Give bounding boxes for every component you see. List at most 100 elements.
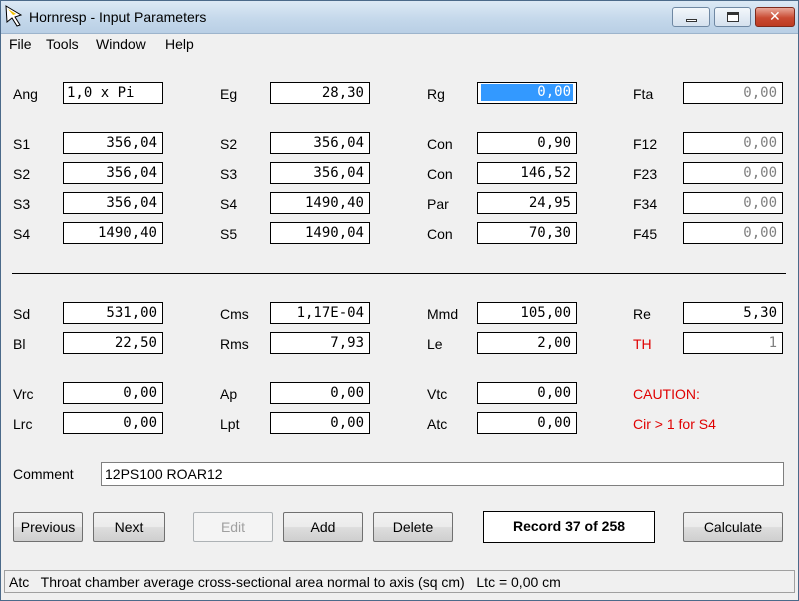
param-label-par: Par: [427, 196, 449, 212]
param-label-ang: Ang: [13, 86, 38, 102]
delete-button[interactable]: Delete: [373, 512, 453, 542]
param-input-fta[interactable]: 0,00: [683, 82, 783, 104]
param-label-s5: S5: [220, 226, 238, 242]
caution-message: Cir > 1 for S4: [633, 416, 716, 432]
selected-value: 0,00: [481, 84, 573, 101]
param-input-s5[interactable]: 1490,04: [270, 222, 370, 244]
param-input-con[interactable]: 70,30: [477, 222, 577, 244]
menu-bar: File Tools Window Help: [1, 34, 798, 54]
window-title: Hornresp - Input Parameters: [29, 9, 207, 25]
hornresp-window: Hornresp - Input Parameters ✕ File Tools…: [0, 0, 799, 601]
param-label-th: TH: [633, 336, 652, 352]
param-label-le: Le: [427, 336, 443, 352]
minimize-button[interactable]: [672, 7, 710, 27]
param-input-s2[interactable]: 356,04: [270, 132, 370, 154]
param-input-vtc[interactable]: 0,00: [477, 382, 577, 404]
input-parameters-form: Ang 1,0 x Pi Eg 28,30 Rg 0,00 Fta 0,00 S…: [1, 56, 798, 569]
menu-file[interactable]: File: [9, 36, 32, 52]
record-indicator: Record 37 of 258: [483, 511, 655, 543]
param-input-f23[interactable]: 0,00: [683, 162, 783, 184]
param-input-atc[interactable]: 0,00: [477, 412, 577, 434]
param-label-s4: S4: [220, 196, 238, 212]
param-label-s4: S4: [13, 226, 31, 242]
param-label-s1: S1: [13, 136, 31, 152]
previous-button[interactable]: Previous: [13, 512, 83, 542]
param-input-eg[interactable]: 28,30: [270, 82, 370, 104]
param-label-rg: Rg: [427, 86, 445, 102]
param-label-lpt: Lpt: [220, 416, 240, 432]
param-input-s3[interactable]: 356,04: [270, 162, 370, 184]
menu-help[interactable]: Help: [165, 36, 194, 52]
comment-input[interactable]: 12PS100 ROAR12: [101, 462, 784, 486]
param-input-re[interactable]: 5,30: [683, 302, 783, 324]
section-divider: [12, 273, 786, 274]
param-label-s3: S3: [220, 166, 238, 182]
param-input-f34[interactable]: 0,00: [683, 192, 783, 214]
param-label-con: Con: [427, 136, 453, 152]
param-input-rms[interactable]: 7,93: [270, 332, 370, 354]
param-label-eg: Eg: [220, 86, 238, 102]
param-label-re: Re: [633, 306, 651, 322]
param-label-con: Con: [427, 226, 453, 242]
param-input-mmd[interactable]: 105,00: [477, 302, 577, 324]
param-label-atc: Atc: [427, 416, 448, 432]
param-label-fta: Fta: [633, 86, 654, 102]
param-input-s4[interactable]: 1490,40: [63, 222, 163, 244]
param-input-ap[interactable]: 0,00: [270, 382, 370, 404]
param-input-par[interactable]: 24,95: [477, 192, 577, 214]
param-label-con: Con: [427, 166, 453, 182]
param-label-lrc: Lrc: [13, 416, 33, 432]
param-input-cms[interactable]: 1,17E-04: [270, 302, 370, 324]
maximize-icon: [727, 12, 739, 22]
param-label-rms: Rms: [220, 336, 249, 352]
param-label-mmd: Mmd: [427, 306, 459, 322]
param-label-s2: S2: [220, 136, 238, 152]
param-input-lrc[interactable]: 0,00: [63, 412, 163, 434]
param-label-f12: F12: [633, 136, 658, 152]
next-button[interactable]: Next: [93, 512, 165, 542]
param-label-cms: Cms: [220, 306, 249, 322]
close-button[interactable]: ✕: [755, 7, 795, 27]
title-bar[interactable]: Hornresp - Input Parameters ✕: [1, 1, 798, 34]
param-input-con[interactable]: 146,52: [477, 162, 577, 184]
param-input-s1[interactable]: 356,04: [63, 132, 163, 154]
status-description: Throat chamber average cross-sectional a…: [40, 574, 465, 590]
param-label-f45: F45: [633, 226, 658, 242]
status-bar: Atc Throat chamber average cross-section…: [4, 570, 795, 593]
param-input-rg[interactable]: 0,00: [477, 82, 577, 104]
param-input-th[interactable]: 1: [683, 332, 783, 354]
param-label-bl: Bl: [13, 336, 26, 352]
param-label-ap: Ap: [220, 386, 238, 402]
param-input-bl[interactable]: 22,50: [63, 332, 163, 354]
hornresp-icon[interactable]: [4, 5, 24, 27]
comment-label: Comment: [13, 466, 74, 482]
param-input-sd[interactable]: 531,00: [63, 302, 163, 324]
param-label-vtc: Vtc: [427, 386, 448, 402]
param-input-f12[interactable]: 0,00: [683, 132, 783, 154]
add-button[interactable]: Add: [283, 512, 363, 542]
param-label-s2: S2: [13, 166, 31, 182]
close-icon: ✕: [769, 9, 781, 25]
minimize-icon: [686, 19, 697, 22]
param-input-le[interactable]: 2,00: [477, 332, 577, 354]
param-input-lpt[interactable]: 0,00: [270, 412, 370, 434]
param-label-s3: S3: [13, 196, 31, 212]
param-input-f45[interactable]: 0,00: [683, 222, 783, 244]
param-input-ang[interactable]: 1,0 x Pi: [63, 82, 163, 104]
edit-button[interactable]: Edit: [193, 512, 273, 542]
maximize-button[interactable]: [714, 7, 751, 27]
param-label-vrc: Vrc: [13, 386, 34, 402]
param-input-vrc[interactable]: 0,00: [63, 382, 163, 404]
param-label-f34: F34: [633, 196, 658, 212]
param-input-s3[interactable]: 356,04: [63, 192, 163, 214]
menu-window[interactable]: Window: [96, 36, 146, 52]
param-input-con[interactable]: 0,90: [477, 132, 577, 154]
caution-heading: CAUTION:: [633, 386, 700, 402]
param-input-s2[interactable]: 356,04: [63, 162, 163, 184]
menu-tools[interactable]: Tools: [46, 36, 79, 52]
param-label-f23: F23: [633, 166, 658, 182]
status-field-name: Atc: [9, 574, 30, 590]
calculate-button[interactable]: Calculate: [683, 512, 783, 542]
param-input-s4[interactable]: 1490,40: [270, 192, 370, 214]
status-value: Ltc = 0,00 cm: [476, 574, 561, 590]
